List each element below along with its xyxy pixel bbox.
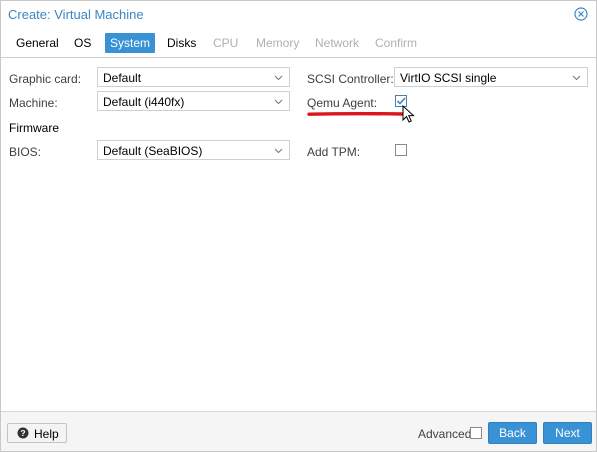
- scsi-controller-label: SCSI Controller:: [307, 72, 394, 86]
- back-button[interactable]: Back: [488, 422, 537, 444]
- dialog-footer: ? Help Advanced Back Next: [1, 411, 596, 451]
- dialog-titlebar: Create: Virtual Machine: [1, 1, 596, 28]
- tab-cpu: CPU: [213, 36, 239, 50]
- tab-network: Network: [315, 36, 360, 50]
- tab-system[interactable]: System: [105, 33, 156, 53]
- chevron-down-icon: [572, 75, 581, 81]
- tab-disks[interactable]: Disks: [162, 33, 201, 53]
- add-tpm-label: Add TPM:: [307, 145, 361, 159]
- firmware-heading: Firmware: [9, 121, 59, 135]
- chevron-down-icon: [274, 148, 283, 154]
- close-icon[interactable]: [574, 7, 588, 21]
- tab-os[interactable]: OS: [69, 33, 96, 53]
- machine-select[interactable]: Default (i440fx): [97, 91, 290, 111]
- chevron-down-icon: [274, 99, 283, 105]
- tab-divider: [1, 57, 596, 58]
- scsi-controller-select[interactable]: VirtIO SCSI single: [394, 67, 588, 87]
- tab-confirm: Confirm: [375, 36, 418, 50]
- wizard-tabs: General OS System Disks CPU Memory Netwo…: [1, 33, 596, 55]
- graphic-card-select[interactable]: Default: [97, 67, 290, 87]
- scsi-controller-value: VirtIO SCSI single: [400, 71, 497, 85]
- mouse-pointer-icon: [402, 105, 415, 123]
- add-tpm-checkbox[interactable]: [395, 144, 407, 156]
- help-label: Help: [34, 427, 59, 441]
- tab-memory: Memory: [256, 36, 300, 50]
- bios-value: Default (SeaBIOS): [103, 144, 203, 158]
- bios-label: BIOS:: [9, 145, 42, 159]
- qemu-agent-label: Qemu Agent:: [307, 96, 378, 110]
- svg-text:?: ?: [20, 428, 25, 438]
- dialog-title: Create: Virtual Machine: [8, 7, 144, 22]
- next-button[interactable]: Next: [543, 422, 592, 444]
- advanced-label: Advanced: [418, 427, 472, 441]
- advanced-checkbox[interactable]: [470, 427, 482, 439]
- machine-value: Default (i440fx): [103, 95, 185, 109]
- machine-label: Machine:: [9, 96, 58, 110]
- red-underline-annotation: [307, 111, 404, 116]
- graphic-card-label: Graphic card:: [9, 72, 82, 86]
- bios-select[interactable]: Default (SeaBIOS): [97, 140, 290, 160]
- create-vm-dialog: Create: Virtual Machine General OS Syste…: [0, 0, 597, 452]
- tab-general[interactable]: General: [11, 33, 64, 53]
- graphic-card-value: Default: [103, 71, 142, 85]
- chevron-down-icon: [274, 75, 283, 81]
- help-button[interactable]: ? Help: [7, 423, 67, 443]
- question-circle-icon: ?: [17, 427, 29, 439]
